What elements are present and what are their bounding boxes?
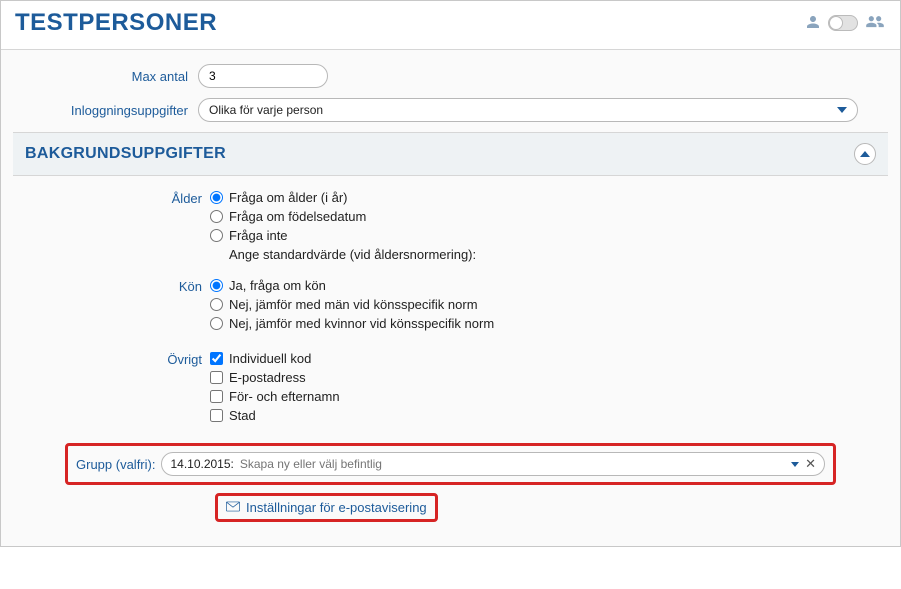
label-grupp: Grupp (valfri): [76, 457, 155, 472]
ovrigt-check-2[interactable] [210, 371, 223, 384]
kon-radio-1[interactable] [210, 279, 223, 292]
label-inloggning: Inloggningsuppgifter [13, 103, 198, 118]
kon-opt2[interactable]: Nej, jämför med män vid könsspecifik nor… [210, 297, 876, 312]
grupp-input-wrap[interactable]: 14.10.2015: ✕ [161, 452, 825, 476]
email-settings-highlight: Inställningar för e-postavisering [215, 493, 438, 522]
alder-opt3[interactable]: Fråga inte [210, 228, 876, 243]
alder-opt2-label: Fråga om födelsedatum [229, 209, 366, 224]
kon-radio-3[interactable] [210, 317, 223, 330]
ovrigt-opt1-label: Individuell kod [229, 351, 311, 366]
alder-opt1[interactable]: Fråga om ålder (i år) [210, 190, 876, 205]
ovrigt-check-4[interactable] [210, 409, 223, 422]
kon-opt2-label: Nej, jämför med män vid könsspecifik nor… [229, 297, 478, 312]
main-panel: TESTPERSONER Max antal Inloggningsuppgif… [0, 0, 901, 547]
ovrigt-opt4-label: Stad [229, 408, 256, 423]
collapse-button[interactable] [854, 143, 876, 165]
envelope-icon [226, 500, 240, 515]
alder-radio-2[interactable] [210, 210, 223, 223]
alder-note: Ange standardvärde (vid åldersnormering)… [229, 247, 876, 262]
ovrigt-check-3[interactable] [210, 390, 223, 403]
kon-radio-2[interactable] [210, 298, 223, 311]
single-person-icon[interactable] [804, 13, 822, 34]
kon-opt1[interactable]: Ja, fråga om kön [210, 278, 876, 293]
grupp-input[interactable] [240, 457, 791, 471]
alder-radio-3[interactable] [210, 229, 223, 242]
header-icons [804, 13, 886, 34]
label-max-antal: Max antal [13, 69, 198, 84]
section-body: Ålder Fråga om ålder (i år) Fråga om föd… [13, 176, 888, 530]
alder-opt2[interactable]: Fråga om födelsedatum [210, 209, 876, 224]
title-bar: TESTPERSONER [1, 1, 900, 49]
ovrigt-opt2-label: E-postadress [229, 370, 306, 385]
kon-opt1-label: Ja, fråga om kön [229, 278, 326, 293]
grupp-dropdown-icon[interactable] [791, 462, 799, 467]
mode-toggle[interactable] [828, 15, 858, 31]
chevron-down-icon [837, 107, 847, 113]
ovrigt-opt3-label: För- och efternamn [229, 389, 340, 404]
input-max-antal-wrap [198, 64, 328, 88]
ovrigt-options: Individuell kod E-postadress För- och ef… [210, 351, 876, 427]
grupp-controls: ✕ [791, 456, 816, 472]
ovrigt-opt1[interactable]: Individuell kod [210, 351, 876, 366]
section-title: BAKGRUNDSUPPGIFTER [25, 145, 226, 163]
label-kon: Kön [25, 278, 210, 335]
select-inloggning-text: Olika för varje person [209, 103, 323, 117]
group-ovrigt: Övrigt Individuell kod E-postadress För-… [25, 351, 876, 427]
alder-opt1-label: Fråga om ålder (i år) [229, 190, 347, 205]
page-title: TESTPERSONER [15, 9, 217, 37]
section-header: BAKGRUNDSUPPGIFTER [13, 132, 888, 176]
grupp-highlight: Grupp (valfri): 14.10.2015: ✕ [65, 443, 836, 485]
ovrigt-opt3[interactable]: För- och efternamn [210, 389, 876, 404]
alder-radio-1[interactable] [210, 191, 223, 204]
kon-options: Ja, fråga om kön Nej, jämför med män vid… [210, 278, 876, 335]
ovrigt-check-1[interactable] [210, 352, 223, 365]
kon-opt3[interactable]: Nej, jämför med kvinnor vid könsspecifik… [210, 316, 876, 331]
label-alder: Ålder [25, 190, 210, 262]
grupp-prefix: 14.10.2015: [170, 457, 233, 471]
multi-person-icon[interactable] [864, 13, 886, 34]
row-max-antal: Max antal [13, 64, 888, 88]
input-max-antal[interactable] [209, 69, 317, 83]
select-inloggning[interactable]: Olika för varje person [198, 98, 858, 122]
label-ovrigt: Övrigt [25, 351, 210, 427]
ovrigt-opt2[interactable]: E-postadress [210, 370, 876, 385]
row-inloggning: Inloggningsuppgifter Olika för varje per… [13, 98, 888, 122]
email-settings-link[interactable]: Inställningar för e-postavisering [246, 500, 427, 515]
kon-opt3-label: Nej, jämför med kvinnor vid könsspecifik… [229, 316, 494, 331]
ovrigt-opt4[interactable]: Stad [210, 408, 876, 423]
grupp-clear-icon[interactable]: ✕ [805, 456, 816, 472]
group-alder: Ålder Fråga om ålder (i år) Fråga om föd… [25, 190, 876, 262]
body-panel: Max antal Inloggningsuppgifter Olika för… [1, 49, 900, 546]
chevron-up-icon [860, 151, 870, 157]
alder-options: Fråga om ålder (i år) Fråga om födelseda… [210, 190, 876, 262]
group-kon: Kön Ja, fråga om kön Nej, jämför med män… [25, 278, 876, 335]
alder-opt3-label: Fråga inte [229, 228, 288, 243]
toggle-knob [829, 16, 843, 30]
